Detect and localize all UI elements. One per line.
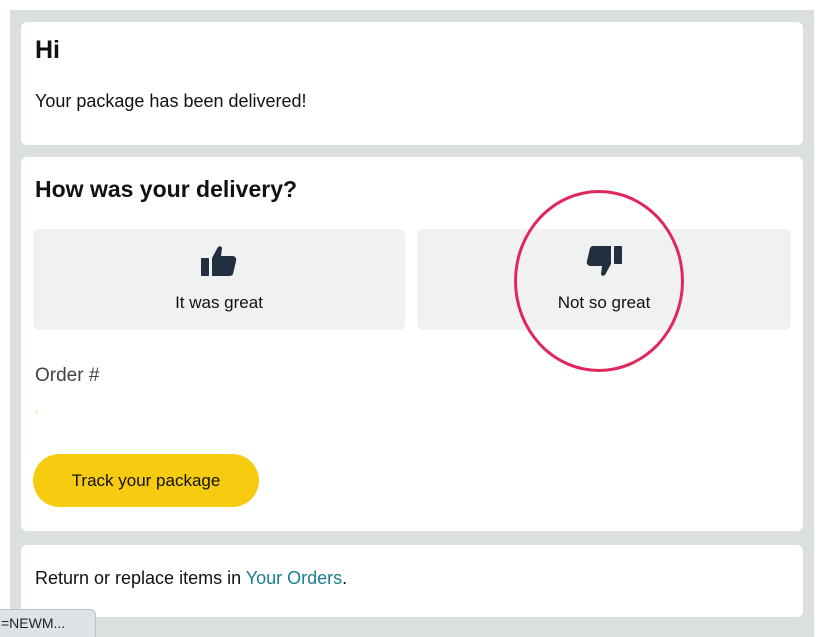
- greeting-title: Hi: [35, 36, 60, 64]
- order-number-label: Order #: [35, 365, 100, 386]
- thumbs-down-icon: [586, 246, 622, 276]
- delivery-message: Your package has been delivered!: [35, 91, 307, 111]
- greeting-card: Hi Your package has been delivered!: [21, 22, 803, 145]
- it-was-great-button[interactable]: It was great: [33, 229, 405, 330]
- your-orders-link[interactable]: Your Orders: [246, 568, 342, 588]
- it-was-great-label: It was great: [175, 293, 263, 312]
- status-bar-url: =NEWM...: [0, 609, 96, 637]
- returns-period: .: [342, 568, 348, 588]
- not-so-great-label: Not so great: [557, 293, 651, 312]
- returns-card: Return or replace items in Your Orders.: [21, 545, 803, 617]
- feedback-title: How was your delivery?: [35, 176, 298, 202]
- returns-prefix: Return or replace items in: [35, 568, 246, 588]
- not-so-great-button[interactable]: Not so great: [417, 229, 791, 330]
- returns-text: Return or replace items in Your Orders.: [35, 568, 347, 589]
- delivery-feedback-card: How was your delivery? It was great Not …: [21, 157, 803, 531]
- order-number-value: .: [35, 402, 39, 416]
- track-package-button[interactable]: Track your package: [33, 454, 259, 507]
- thumbs-up-icon: [201, 246, 237, 276]
